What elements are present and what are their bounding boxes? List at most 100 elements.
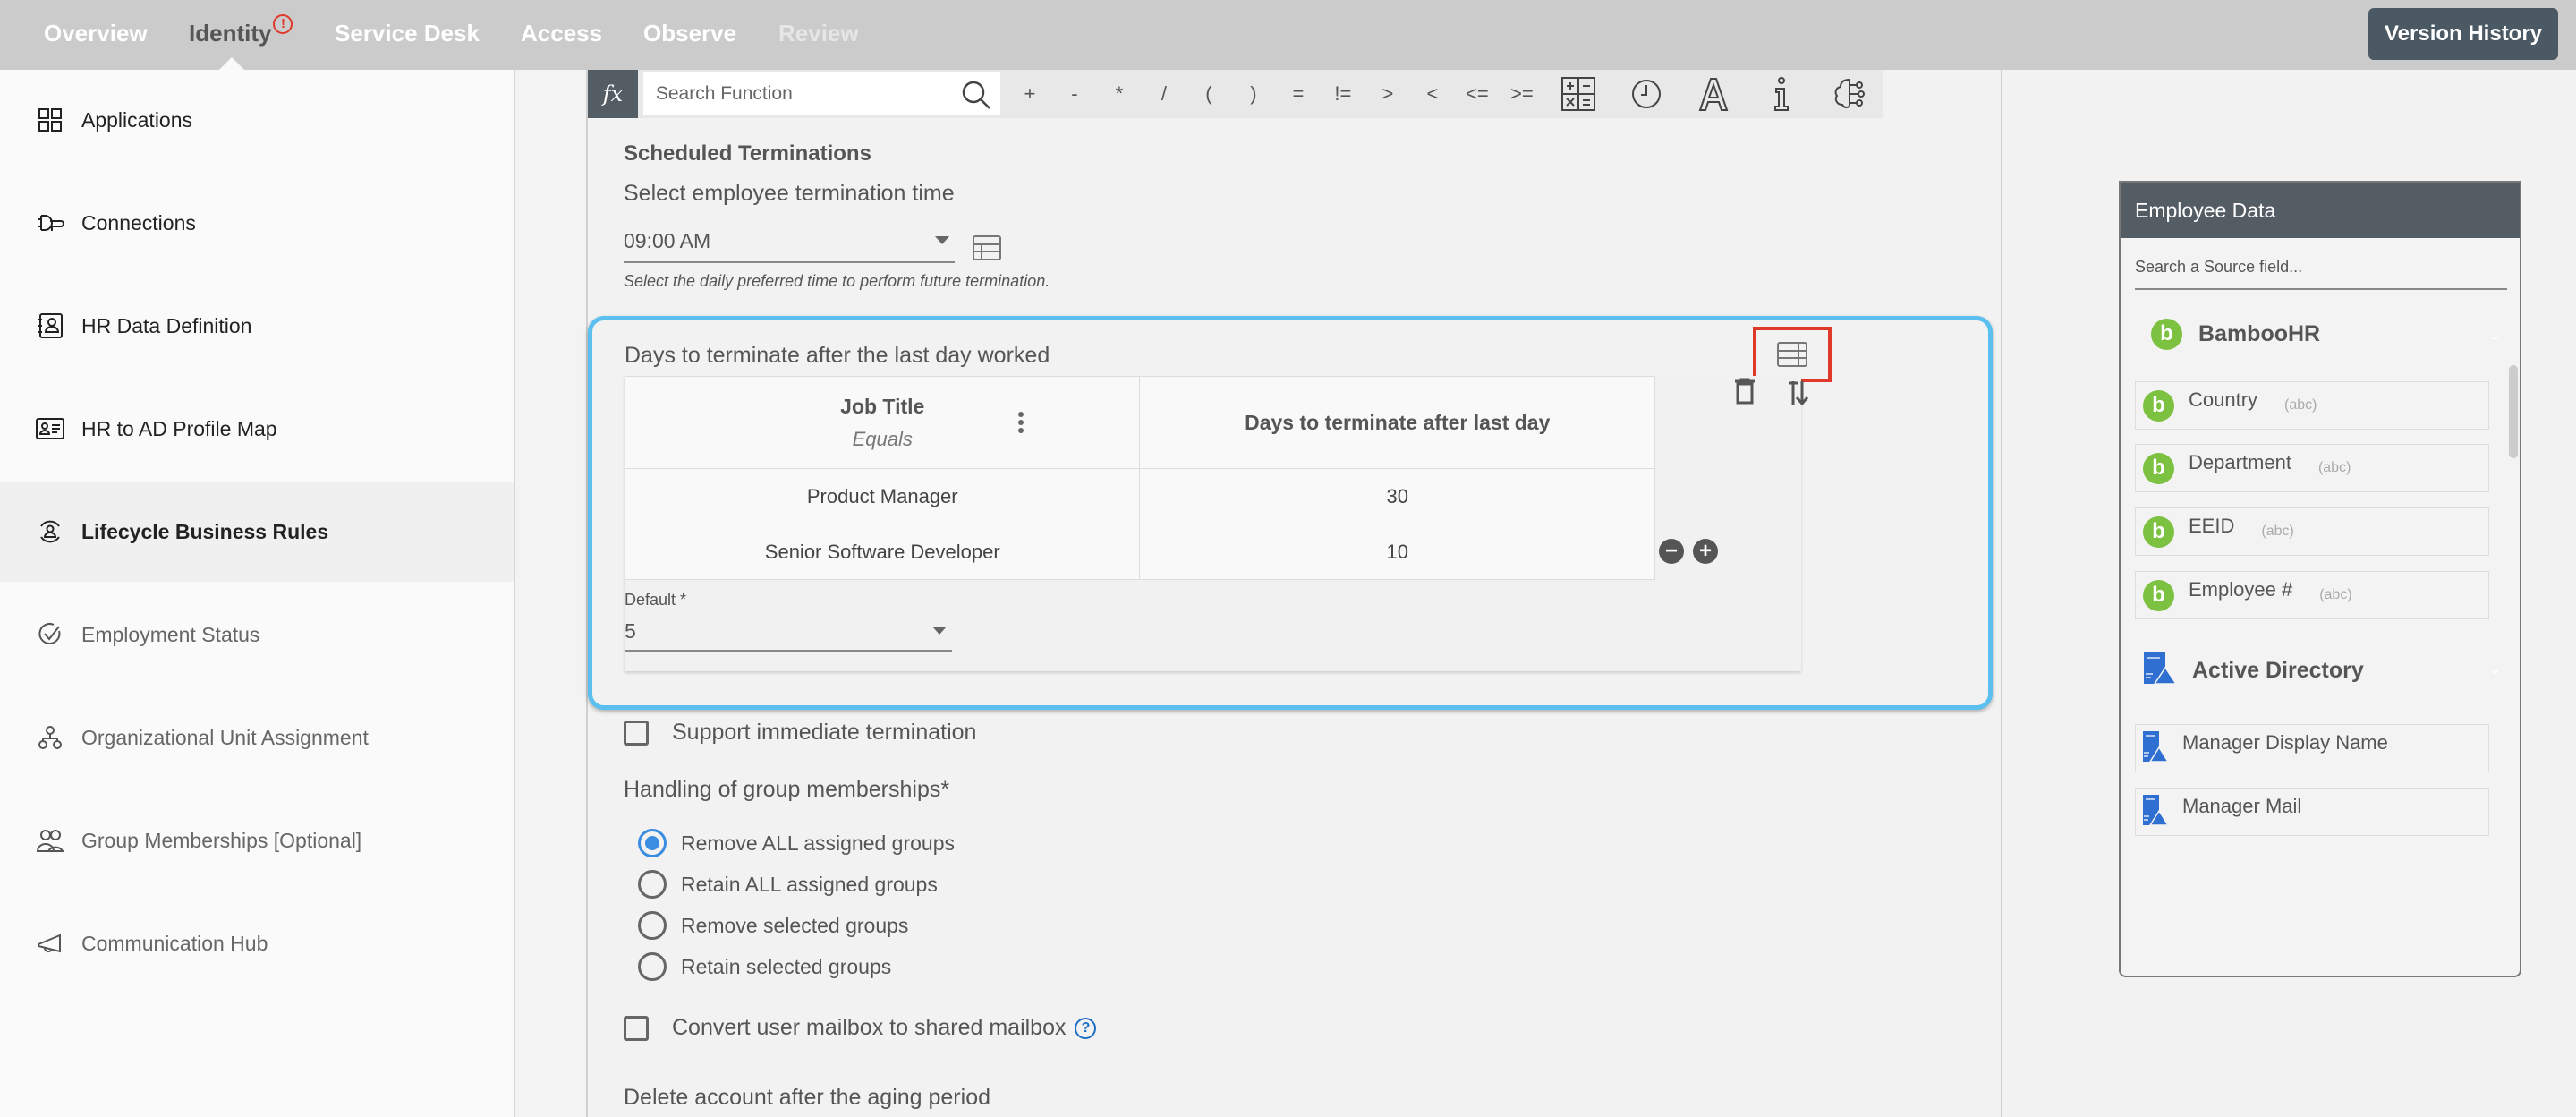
table-icon[interactable] — [973, 235, 1001, 265]
ai-brain-icon[interactable] — [1815, 70, 1883, 118]
sidebar-item-communication-hub[interactable]: Communication Hub — [0, 893, 514, 993]
operator-greater-equal[interactable]: >= — [1500, 82, 1544, 106]
nav-tab-service-desk[interactable]: Service Desk — [335, 20, 480, 47]
delete-icon[interactable] — [1734, 378, 1756, 409]
fx-button[interactable]: fx — [588, 70, 638, 118]
days-cell[interactable]: 10 — [1139, 524, 1655, 580]
operator-plus[interactable]: + — [1007, 82, 1052, 106]
radio-button[interactable] — [638, 870, 667, 899]
sidebar-item-organizational-unit-assignment[interactable]: Organizational Unit Assignment — [0, 687, 514, 788]
job-title-cell[interactable]: Senior Software Developer — [624, 524, 1141, 580]
function-search — [642, 72, 1000, 115]
days-to-terminate-rule-card: Days to terminate after the last day wor… — [588, 316, 1993, 710]
sidebar-item-applications[interactable]: Applications — [0, 70, 514, 170]
sidebar-item-label: Employment Status — [81, 622, 260, 646]
days-cell[interactable]: 30 — [1139, 468, 1655, 524]
calculator-icon[interactable] — [1544, 70, 1612, 118]
column-header-job-title[interactable]: Job Title Equals — [624, 376, 1141, 469]
operator-less[interactable]: < — [1410, 82, 1455, 106]
source-field-item[interactable]: b Department (abc) — [2135, 444, 2489, 492]
operator-less-equal[interactable]: <= — [1455, 82, 1500, 106]
nav-tab-overview[interactable]: Overview — [44, 20, 148, 47]
operator-divide[interactable]: / — [1142, 82, 1186, 106]
table-row: Senior Software Developer 10 — [624, 524, 1655, 580]
active-directory-logo-icon — [2143, 794, 2170, 830]
sidebar-item-lifecycle-business-rules[interactable]: Lifecycle Business Rules — [0, 482, 514, 582]
termination-time-select[interactable]: 09:00 AM — [624, 222, 955, 263]
sidebar-item-hr-to-ad-profile-map[interactable]: HR to AD Profile Map — [0, 379, 514, 479]
radio-retain-all-groups[interactable]: Retain ALL assigned groups — [638, 870, 938, 899]
operator-equals[interactable]: = — [1276, 82, 1321, 106]
column-header-days: Days to terminate after last day — [1139, 376, 1655, 469]
sidebar-item-connections[interactable]: Connections — [0, 173, 514, 273]
field-name: Department — [2189, 451, 2291, 473]
default-value: 5 — [625, 619, 636, 643]
column-menu-icon[interactable] — [1017, 411, 1024, 439]
info-icon[interactable] — [1747, 70, 1815, 118]
radio-button[interactable] — [638, 952, 667, 981]
source-field-search — [2135, 258, 2507, 290]
remove-row-button[interactable]: − — [1659, 539, 1684, 564]
source-field-item[interactable]: Manager Display Name — [2135, 724, 2489, 772]
field-type: (abc) — [2284, 397, 2317, 413]
radio-label: Remove selected groups — [681, 913, 909, 937]
radio-retain-selected-groups[interactable]: Retain selected groups — [638, 952, 891, 981]
megaphone-icon — [36, 929, 64, 958]
plug-icon — [36, 209, 64, 237]
convert-shared-mailbox-option[interactable]: Convert user mailbox to shared mailbox ? — [624, 1015, 1097, 1041]
source-field-item[interactable]: b Country (abc) — [2135, 381, 2489, 430]
source-field-item[interactable]: b EEID (abc) — [2135, 507, 2489, 556]
operator-open-paren[interactable]: ( — [1186, 82, 1231, 106]
source-header-active-directory[interactable]: Active Directory ⌄ — [2144, 652, 2502, 689]
source-field-item[interactable]: Manager Mail — [2135, 788, 2489, 836]
nav-tab-identity[interactable]: Identity ! — [189, 14, 293, 47]
radio-button[interactable] — [638, 911, 667, 940]
scrollbar-thumb[interactable] — [2509, 365, 2518, 458]
column-header-label: Job Title — [840, 394, 925, 418]
sidebar-item-hr-data-definition[interactable]: HR Data Definition — [0, 276, 514, 376]
operator-greater[interactable]: > — [1365, 82, 1410, 106]
support-immediate-termination-checkbox[interactable] — [624, 720, 649, 746]
checkbox-label: Support immediate termination — [672, 720, 977, 745]
chevron-down-icon[interactable]: ⌄ — [2488, 326, 2502, 345]
help-icon[interactable]: ? — [1075, 1017, 1097, 1039]
operator-multiply[interactable]: * — [1097, 82, 1142, 106]
text-format-icon[interactable] — [1680, 70, 1748, 118]
source-field-item[interactable]: b Employee # (abc) — [2135, 571, 2489, 619]
scheduled-terminations-title: Scheduled Terminations — [624, 141, 871, 166]
nav-tab-identity-label: Identity — [189, 20, 272, 47]
termination-time-hint: Select the daily preferred time to perfo… — [624, 272, 1050, 290]
source-field-search-input[interactable] — [2135, 258, 2507, 277]
chevron-down-icon[interactable]: ⌄ — [2488, 660, 2502, 678]
operator-not-equals[interactable]: != — [1321, 82, 1365, 106]
sidebar-item-label: Applications — [81, 107, 193, 132]
nav-tab-observe[interactable]: Observe — [643, 20, 736, 47]
radio-button[interactable] — [638, 829, 667, 857]
field-type: (abc) — [2319, 587, 2352, 602]
dropdown-arrow-icon — [932, 627, 947, 635]
radio-remove-selected-groups[interactable]: Remove selected groups — [638, 911, 908, 940]
table-view-toggle-button[interactable] — [1753, 327, 1832, 382]
org-tree-icon — [36, 723, 64, 752]
operator-minus[interactable]: - — [1052, 82, 1097, 106]
convert-shared-mailbox-checkbox[interactable] — [624, 1015, 649, 1041]
search-icon[interactable] — [961, 80, 991, 115]
sidebar-item-group-memberships[interactable]: Group Memberships [Optional] — [0, 790, 514, 891]
add-row-button[interactable]: + — [1693, 539, 1718, 564]
sidebar-item-employment-status[interactable]: Employment Status — [0, 584, 514, 685]
radio-remove-all-groups[interactable]: Remove ALL assigned groups — [638, 829, 955, 857]
default-select[interactable]: 5 — [625, 612, 952, 652]
support-immediate-termination-option[interactable]: Support immediate termination — [624, 720, 976, 746]
field-type: (abc) — [2261, 524, 2294, 539]
version-history-button[interactable]: Version History — [2368, 8, 2558, 60]
clock-icon[interactable] — [1612, 70, 1680, 118]
employee-data-title: Employee Data — [2121, 183, 2520, 238]
job-title-cell[interactable]: Product Manager — [624, 468, 1141, 524]
contact-book-icon — [36, 311, 64, 340]
nav-tab-access[interactable]: Access — [521, 20, 602, 47]
source-header-bamboohr[interactable]: b BambooHR ⌄ — [2144, 319, 2502, 350]
sort-icon[interactable] — [1786, 378, 1809, 411]
function-search-input[interactable] — [642, 83, 948, 105]
field-name: Country — [2189, 388, 2258, 411]
operator-close-paren[interactable]: ) — [1231, 82, 1276, 106]
